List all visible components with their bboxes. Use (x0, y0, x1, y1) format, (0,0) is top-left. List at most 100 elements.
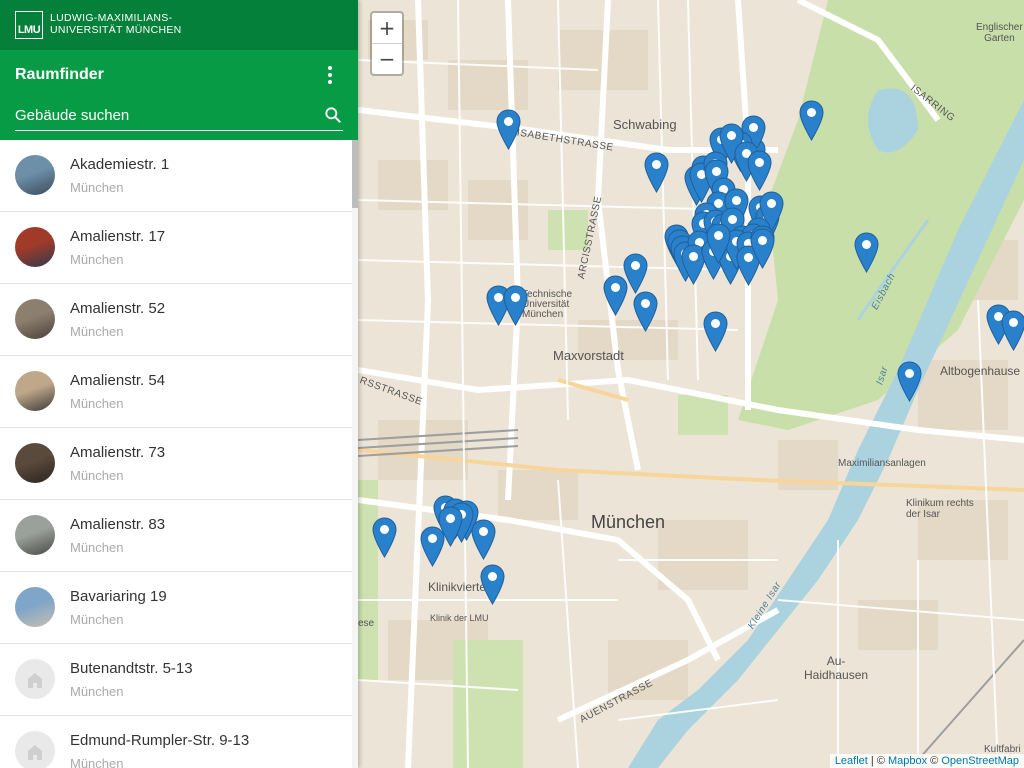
building-list-item[interactable]: Amalienstr. 73 München (0, 428, 358, 500)
app-title: Raumfinder (15, 66, 104, 83)
building-list-item[interactable]: Akademiestr. 1 München (0, 140, 358, 212)
scrollbar-thumb[interactable] (352, 140, 358, 208)
map-label-schwabing: Schwabing (613, 117, 677, 132)
map-label-tum-line3: München (522, 309, 564, 320)
map-label-klinikum-rechts-der-isar: Klinikum rechts der Isar (906, 498, 974, 520)
building-list-item[interactable]: Amalienstr. 17 München (0, 212, 358, 284)
building-marker-icon[interactable] (479, 564, 505, 605)
building-city: München (70, 540, 124, 555)
map-label-englischer-garten: Englischer Garten (976, 22, 1023, 44)
map-label-au-line1: Au- (826, 654, 846, 668)
building-list-item[interactable]: Amalienstr. 54 München (0, 356, 358, 428)
more-vert-icon-dot (328, 66, 332, 70)
lmu-logo[interactable]: LMU (15, 11, 43, 39)
map-label-tum: Technische Universität München (522, 290, 572, 320)
more-options-button[interactable] (320, 64, 340, 86)
building-name: Amalienstr. 52 (70, 300, 166, 317)
search-bar (15, 102, 343, 131)
building-city: München (70, 396, 124, 411)
building-photo (15, 515, 55, 555)
building-name: Edmund-Rumpler-Str. 9-13 (70, 732, 250, 749)
building-list-item[interactable]: Butenandtstr. 5-13 München (0, 644, 358, 716)
building-name: Amalienstr. 73 (70, 444, 166, 461)
building-city: München (70, 252, 124, 267)
building-list-item[interactable]: Amalienstr. 52 München (0, 284, 358, 356)
building-photo (15, 443, 55, 483)
university-header: LMU LUDWIG-MAXIMILIANS- UNIVERSITÄT MÜNC… (0, 0, 358, 50)
more-vert-icon-dot (328, 80, 332, 84)
building-placeholder-icon (15, 659, 55, 699)
building-list-item[interactable]: Bavariaring 19 München (0, 572, 358, 644)
building-list-item[interactable]: Amalienstr. 83 München (0, 500, 358, 572)
building-marker-icon[interactable] (705, 223, 731, 264)
building-city: München (70, 324, 124, 339)
map-label-ese: ese (358, 618, 375, 629)
building-photo (15, 299, 55, 339)
building-marker-icon[interactable] (702, 311, 728, 352)
building-marker-icon[interactable] (371, 517, 397, 558)
attribution-separator: © (927, 755, 942, 767)
building-photo (15, 371, 55, 411)
building-marker-icon[interactable] (798, 100, 824, 141)
building-city: München (70, 756, 124, 768)
building-list: Akademiestr. 1 München Amalienstr. 17 Münch… (0, 140, 358, 768)
building-photo (15, 227, 55, 267)
map-tiles[interactable] (358, 0, 1024, 768)
building-city: München (70, 180, 124, 195)
building-city: München (70, 468, 124, 483)
app-root: LMU LUDWIG-MAXIMILIANS- UNIVERSITÄT MÜNC… (0, 0, 1024, 768)
building-marker-icon[interactable] (746, 150, 772, 191)
map-label-maxvorstadt: Maxvorstadt (553, 348, 624, 363)
building-search-input[interactable] (15, 102, 315, 128)
building-list-item[interactable]: Edmund-Rumpler-Str. 9-13 München (0, 716, 358, 768)
building-city: München (70, 684, 124, 699)
university-name: LUDWIG-MAXIMILIANS- UNIVERSITÄT MÜNCHEN (50, 12, 182, 36)
building-name: Amalienstr. 83 (70, 516, 166, 533)
building-name: Akademiestr. 1 (70, 156, 170, 173)
map-label-englischer-line1: Englischer (976, 22, 1023, 33)
building-marker-icon[interactable] (749, 228, 775, 269)
search-icon[interactable] (323, 105, 343, 125)
building-name: Amalienstr. 17 (70, 228, 166, 245)
map-label-muenchen: München (591, 512, 666, 532)
zoom-in-button[interactable]: + (372, 13, 402, 44)
map-view[interactable]: Schwabing Maxvorstadt München Technische… (358, 0, 1024, 768)
building-marker-icon[interactable] (470, 519, 496, 560)
map-label-klinik-der-lmu: Klinik der LMU (430, 613, 489, 623)
attribution-separator: | © (867, 755, 888, 767)
map-label-klinikum-line2: der Isar (906, 509, 940, 520)
app-bar: Raumfinder (0, 50, 358, 140)
map-label-englischer-line2: Garten (984, 33, 1015, 44)
sidebar: LMU LUDWIG-MAXIMILIANS- UNIVERSITÄT MÜNC… (0, 0, 358, 768)
map-label-au-haidhausen: Au- Haidhausen (804, 654, 868, 682)
building-city: München (70, 612, 124, 627)
leaflet-link[interactable]: Leaflet (835, 755, 868, 767)
building-marker-icon[interactable] (602, 275, 628, 316)
building-name: Butenandtstr. 5-13 (70, 660, 193, 677)
university-name-line2: UNIVERSITÄT MÜNCHEN (50, 24, 182, 36)
building-name: Amalienstr. 54 (70, 372, 166, 389)
building-marker-icon[interactable] (853, 232, 879, 273)
building-marker-icon[interactable] (1000, 310, 1024, 351)
openstreetmap-link[interactable]: OpenStreetMap (941, 755, 1019, 767)
map-attribution: Leaflet | © Mapbox © OpenStreetMap (829, 754, 1024, 768)
building-marker-icon[interactable] (896, 361, 922, 402)
zoom-out-button[interactable]: − (372, 44, 402, 74)
zoom-control: + − (370, 11, 404, 76)
mapbox-link[interactable]: Mapbox (888, 755, 927, 767)
map-label-maximiliansanlagen: Maximiliansanlagen (838, 458, 926, 469)
building-photo (15, 587, 55, 627)
building-marker-icon[interactable] (643, 152, 669, 193)
building-marker-icon[interactable] (419, 526, 445, 567)
list-scrollbar[interactable] (352, 140, 358, 768)
building-marker-icon[interactable] (495, 109, 521, 150)
building-marker-icon[interactable] (632, 291, 658, 332)
map-label-altbogenhausen: Altbogenhause (940, 364, 1021, 378)
map-label-klinikum-line1: Klinikum rechts (906, 498, 974, 509)
building-placeholder-icon (15, 731, 55, 768)
building-marker-icon[interactable] (502, 285, 528, 326)
building-name: Bavariaring 19 (70, 588, 167, 605)
more-vert-icon-dot (328, 73, 332, 77)
map-label-au-line2: Haidhausen (804, 668, 869, 682)
building-photo (15, 155, 55, 195)
